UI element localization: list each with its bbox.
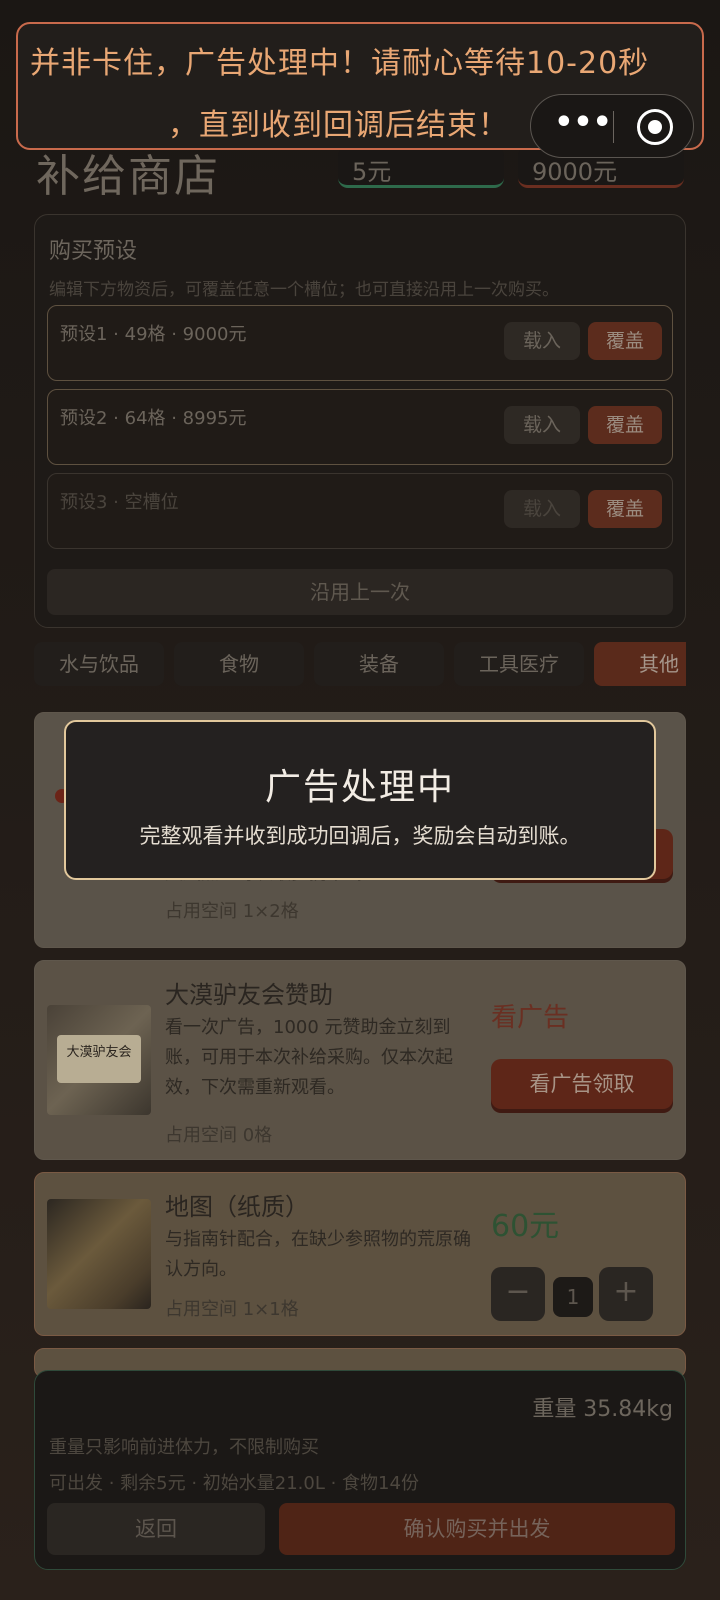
more-options-icon[interactable]: •••	[553, 108, 613, 145]
capsule-divider	[613, 111, 614, 143]
preset-slot-1: 预设1 · 49格 · 9000元 载入 覆盖	[47, 305, 673, 381]
dialog-title: 广告处理中	[264, 767, 455, 808]
total-weight: 重量 35.84kg	[532, 1397, 673, 1422]
item-description: 与指南针配合，在缺少参照物的荒原确认方向。	[165, 1229, 471, 1280]
item-size: 占用空间 1×2格	[165, 901, 299, 922]
load-preset-1-button[interactable]: 载入	[504, 322, 580, 360]
reuse-last-button[interactable]: 沿用上一次	[47, 569, 673, 615]
load-preset-2-button[interactable]: 载入	[504, 406, 580, 444]
close-target-icon[interactable]	[637, 109, 673, 145]
status-summary: 可出发 · 剩余5元 · 初始水量21.0L · 食物14份	[49, 1473, 419, 1494]
map-image	[47, 1199, 151, 1309]
preset-slot-label: 预设2 · 64格 · 8995元	[60, 408, 247, 429]
decrease-button[interactable]: −	[491, 1267, 545, 1321]
preset-slot-3: 预设3 · 空槽位 载入 覆盖	[47, 473, 673, 549]
overwrite-preset-2-button[interactable]: 覆盖	[588, 406, 662, 444]
weight-note: 重量只影响前进体力，不限制购买	[49, 1437, 319, 1458]
toast-text-continued: ，直到收到回调后结束！	[168, 108, 509, 143]
item-name: 大漠驴友会赞助	[165, 981, 333, 1009]
item-price: 看广告	[491, 1003, 570, 1033]
mini-program-capsule: •••	[530, 94, 694, 158]
preset-description: 编辑下方物资后，可覆盖任意一个槽位；也可直接沿用上一次购买。	[49, 280, 559, 300]
preset-slot-label: 预设1 · 49格 · 9000元	[60, 324, 247, 345]
tab-equipment[interactable]: 装备	[314, 642, 444, 686]
tab-food[interactable]: 食物	[174, 642, 304, 686]
dialog-message: 完整观看并收到成功回调后，奖励会自动到账。	[139, 824, 581, 848]
load-preset-3-button[interactable]: 载入	[504, 490, 580, 528]
money-badge: 5元	[338, 146, 504, 188]
item-price: 60元	[491, 1209, 560, 1244]
overwrite-preset-1-button[interactable]: 覆盖	[588, 322, 662, 360]
tab-tools-medical[interactable]: 工具医疗	[454, 642, 584, 686]
list-item: 大漠驴友会 大漠驴友会赞助 看一次广告，1000 元赞助金立刻到账，可用于本次补…	[34, 960, 686, 1160]
tab-other[interactable]: 其他	[594, 642, 686, 686]
ad-processing-dialog: 广告处理中 完整观看并收到成功回调后，奖励会自动到账。	[64, 720, 656, 880]
sponsor-image-text: 大漠驴友会	[57, 1035, 141, 1083]
sponsor-image: 大漠驴友会	[47, 1005, 151, 1115]
back-button[interactable]: 返回	[47, 1503, 265, 1555]
item-name: 地图（纸质）	[165, 1193, 309, 1221]
toast-text: 并非卡住，广告处理中！请耐心等待10-20秒	[30, 46, 650, 81]
shop-page: 补给商店 5元 9000元 购买预设 编辑下方物资后，可覆盖任意一个槽位；也可直…	[0, 0, 720, 1600]
item-description: 看一次广告，1000 元赞助金立刻到账，可用于本次补给采购。仅本次起效，下次需重…	[165, 1017, 453, 1098]
preset-panel: 购买预设 编辑下方物资后，可覆盖任意一个槽位；也可直接沿用上一次购买。 预设1 …	[34, 214, 686, 628]
checkout-panel: 重量 35.84kg 重量只影响前进体力，不限制购买 可出发 · 剩余5元 · …	[34, 1370, 686, 1570]
quantity-value: 1	[553, 1277, 593, 1317]
increase-button[interactable]: +	[599, 1267, 653, 1321]
preset-title: 购买预设	[49, 239, 138, 264]
watch-ad-button[interactable]: 看广告领取	[491, 1059, 673, 1109]
overwrite-preset-3-button[interactable]: 覆盖	[588, 490, 662, 528]
preset-slot-label: 预设3 · 空槽位	[60, 492, 179, 513]
tab-drinks[interactable]: 水与饮品	[34, 642, 164, 686]
list-item: 地图（纸质） 与指南针配合，在缺少参照物的荒原确认方向。 占用空间 1×1格 6…	[34, 1172, 686, 1336]
preset-slot-2: 预设2 · 64格 · 8995元 载入 覆盖	[47, 389, 673, 465]
item-size: 占用空间 0格	[165, 1125, 273, 1146]
confirm-purchase-button[interactable]: 确认购买并出发	[279, 1503, 675, 1555]
quantity-stepper: − 1 +	[491, 1267, 671, 1321]
category-tabs: 水与饮品 食物 装备 工具医疗 其他	[34, 642, 686, 688]
item-size: 占用空间 1×1格	[165, 1299, 299, 1320]
